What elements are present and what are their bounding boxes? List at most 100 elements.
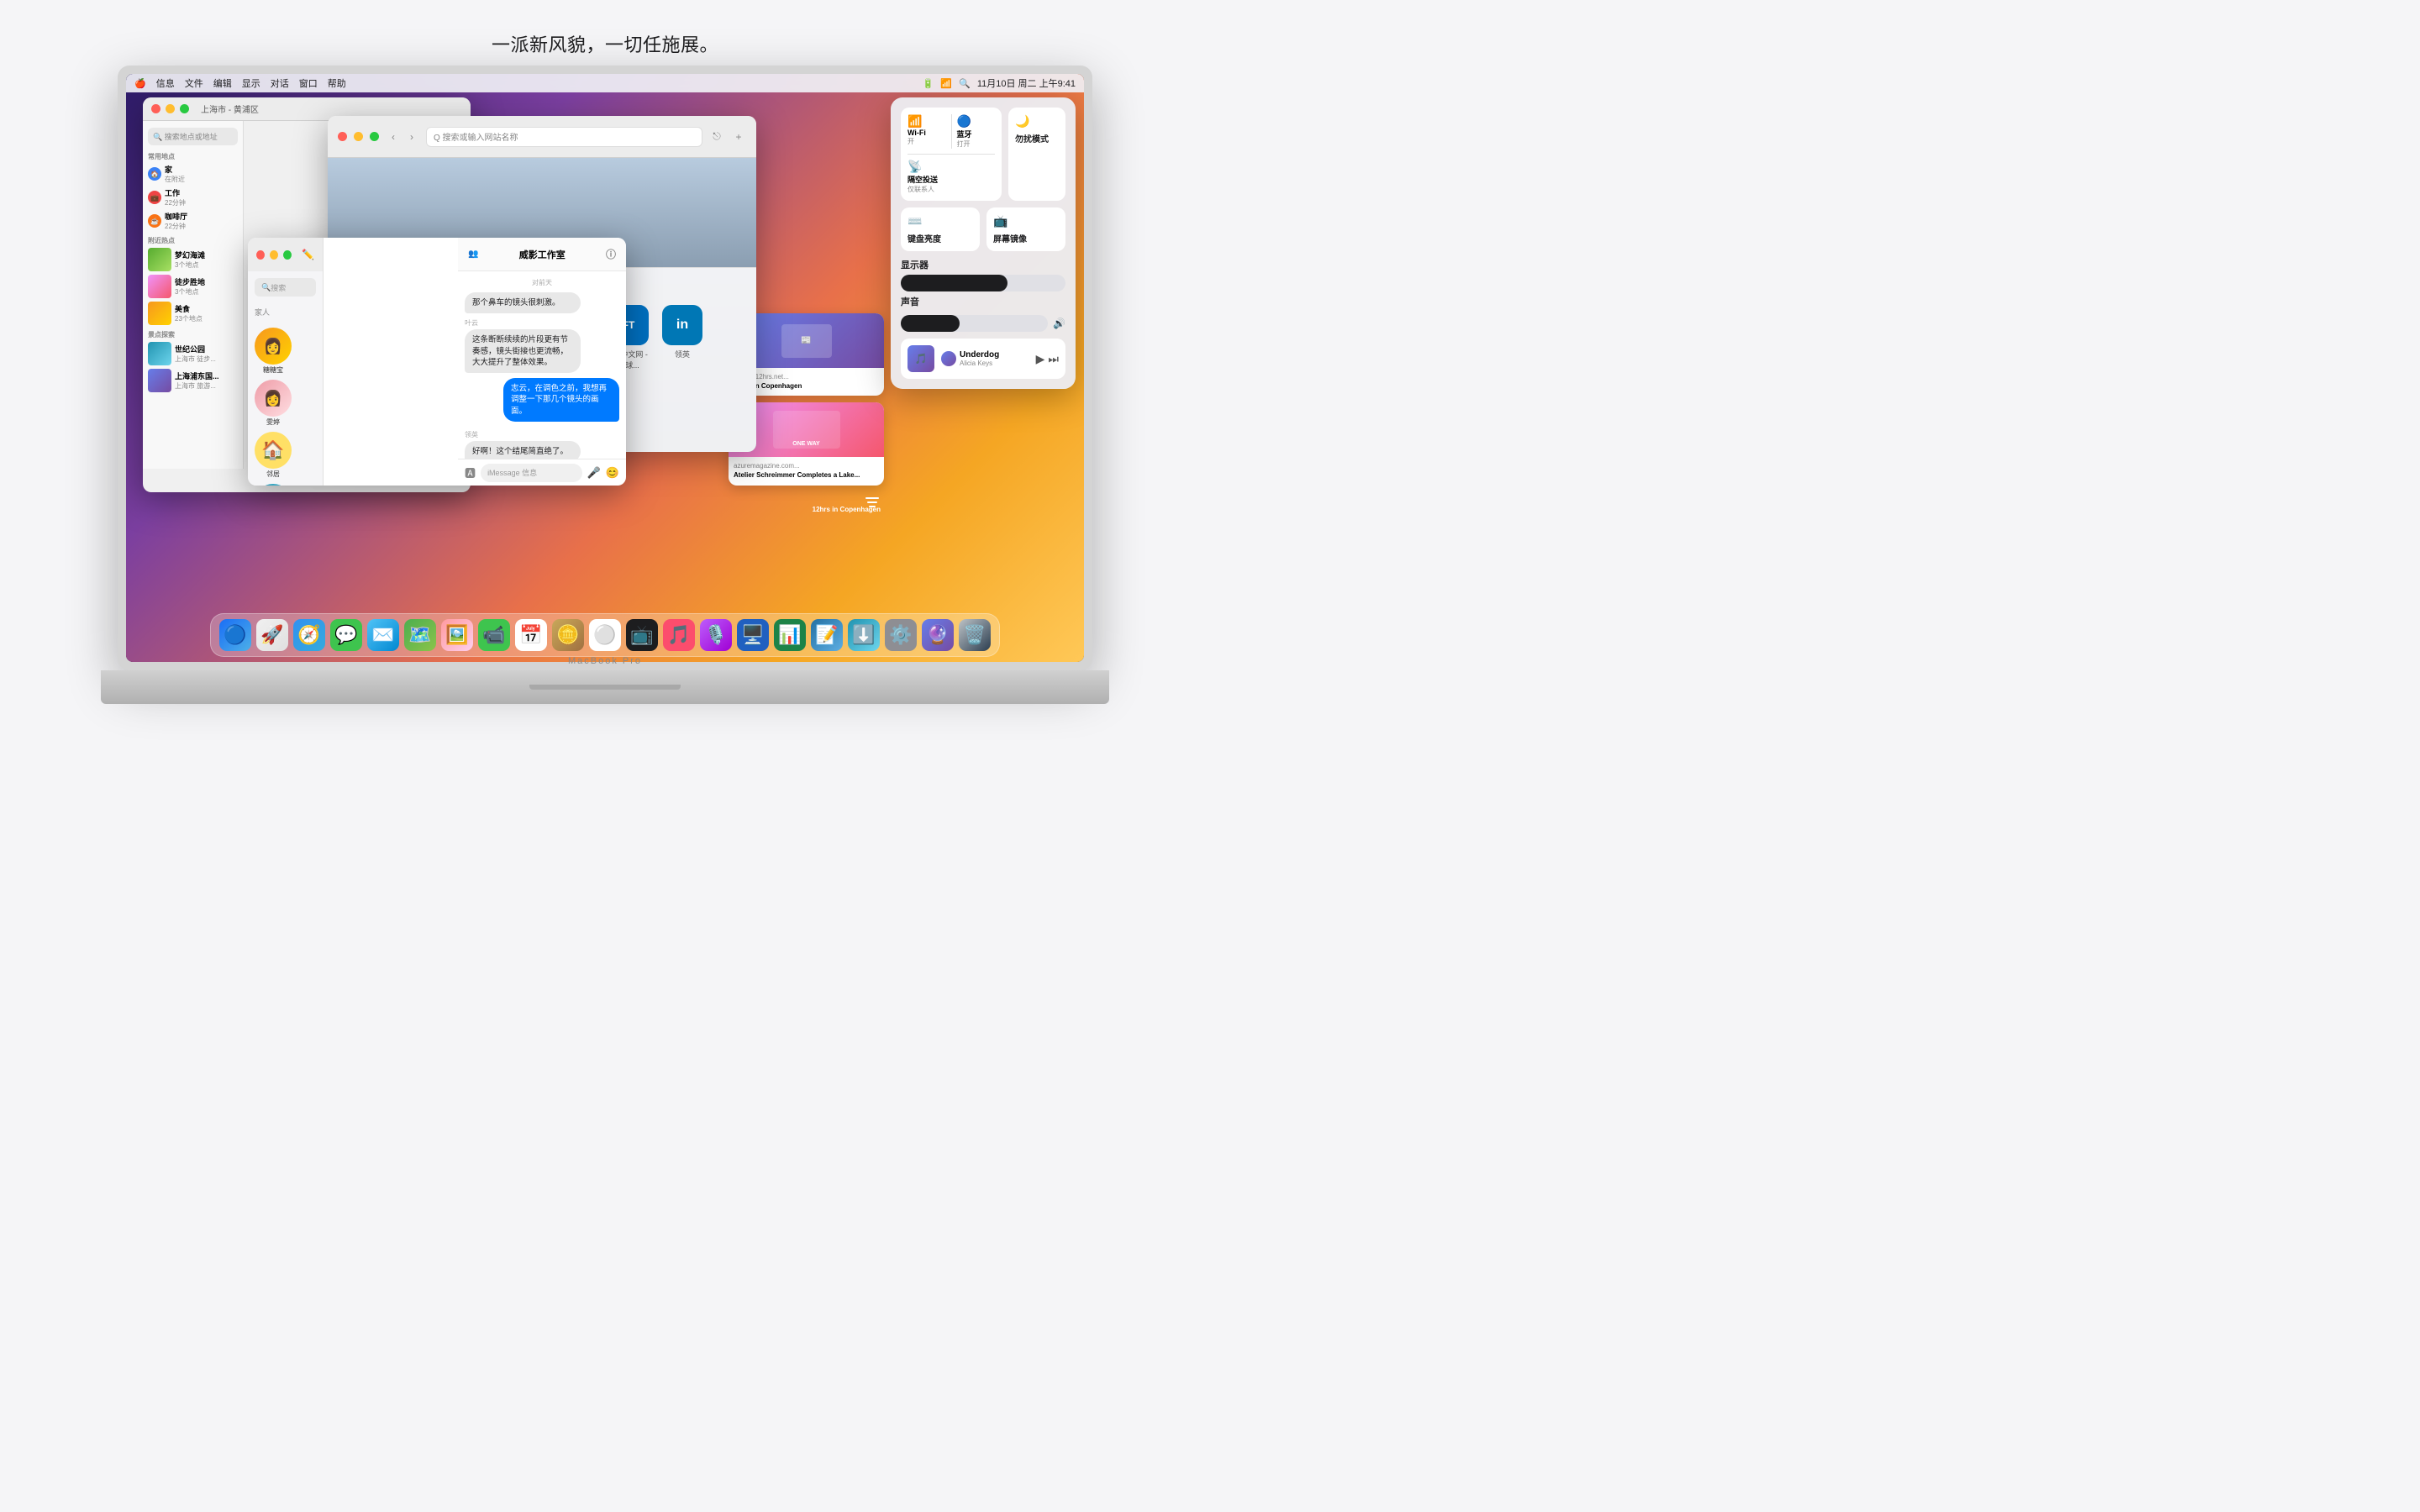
contact-tangtangbao[interactable]: 👩 糖糖宝 — [255, 328, 292, 375]
close-button[interactable] — [151, 104, 160, 113]
datetime-display: 11月10日 周二 上午9:41 — [977, 76, 1076, 90]
maps-window-title: 上海市 - 黄浦区 — [201, 102, 259, 115]
maps-explore-food[interactable]: 美食23个地点 — [148, 302, 238, 325]
messages-close-button[interactable] — [256, 250, 265, 260]
dock-finder[interactable]: 🔵 — [219, 619, 251, 651]
new-message-icon[interactable]: ✏️ — [302, 249, 314, 260]
chat-msg-2: 这条断断续续的片段更有节奏感，镜头街接也更流畅，大大提升了整体效果。 — [465, 329, 619, 373]
menu-item-app[interactable]: 信息 — [156, 76, 175, 90]
menu-item-window[interactable]: 窗口 — [299, 76, 318, 90]
safari-maximize-button[interactable] — [370, 132, 379, 141]
safari-newtab-button[interactable]: + — [731, 129, 746, 144]
favorites-title: 常用地点 — [148, 152, 238, 161]
dock-pages[interactable]: 📝 — [811, 619, 843, 651]
cc-screen-mirror-tile[interactable]: 📺 屏幕镜像 — [986, 207, 1065, 251]
cc-display-slider[interactable] — [901, 275, 1065, 291]
cc-bluetooth[interactable]: 🔵 蓝牙 打开 — [957, 114, 996, 149]
safari-nav: ‹ › — [386, 129, 419, 144]
messages-minimize-button[interactable] — [270, 250, 278, 260]
explore-title: 附近热点 — [148, 236, 238, 245]
cc-airdrop[interactable]: 📡 隔空投送 仅联系人 — [908, 160, 995, 194]
dock-mail[interactable]: ✉️ — [367, 619, 399, 651]
menu-item-edit[interactable]: 编辑 — [213, 76, 232, 90]
battery-icon: 🔋 — [923, 78, 934, 89]
maps-favorite-cafe[interactable]: ☕ 咖啡厅22分钟 — [148, 211, 238, 231]
menu-item-view[interactable]: 显示 — [242, 76, 260, 90]
cc-display-section: 显示器 — [901, 258, 1065, 291]
cc-play-button[interactable]: ▶ — [1036, 352, 1045, 366]
safari-addressbar[interactable]: Q 搜索或输入网站名称 — [426, 127, 702, 147]
chat-input-field[interactable]: iMessage 信息 — [481, 464, 582, 482]
dock-podcasts[interactable]: 🎙️ — [700, 619, 732, 651]
cc-wifi[interactable]: 📶 Wi-Fi 开 — [908, 114, 946, 149]
chat-audio-icon[interactable]: 🎤 — [587, 466, 601, 480]
dock-calendar[interactable]: 📅 — [515, 619, 547, 651]
maps-favorite-work[interactable]: 💼 工作22分钟 — [148, 187, 238, 207]
chat-recipient-name: 威影工作室 — [519, 248, 566, 261]
control-center: 📶 Wi-Fi 开 🔵 蓝牙 打开 — [891, 97, 1076, 389]
chat-msg-1: 那个鼻车的镜头很刺激。 — [465, 292, 619, 313]
dock-messages[interactable]: 💬 — [330, 619, 362, 651]
safari-back-button[interactable]: ‹ — [386, 129, 401, 144]
dock-displaylink[interactable]: 🖥️ — [737, 619, 769, 651]
safari-forward-button[interactable]: › — [404, 129, 419, 144]
messages-chat: 👥 威影工作室 ⓘ 对前天 那个鼻车的镜头很刺激。 叶云 — [458, 238, 626, 486]
menu-item-file[interactable]: 文件 — [185, 76, 203, 90]
safari-minimize-button[interactable] — [354, 132, 363, 141]
safari-share-button[interactable]: ⎋ — [709, 129, 724, 144]
cc-next-button[interactable]: ⏭ — [1048, 352, 1059, 366]
menu-item-conversation[interactable]: 对话 — [271, 76, 289, 90]
dock-settings[interactable]: ⚙️ — [885, 619, 917, 651]
safari-close-button[interactable] — [338, 132, 347, 141]
messages-search-placeholder: 搜索 — [271, 282, 286, 293]
dock-coins[interactable]: 🪙 — [552, 619, 584, 651]
bookmark-linkedin[interactable]: in 领英 — [660, 305, 704, 370]
macos-desktop: 🍎 信息 文件 编辑 显示 对话 窗口 帮助 🔋 📶 🔍 11月10日 周二 上… — [126, 74, 1084, 662]
minimize-button[interactable] — [166, 104, 175, 113]
dock-reminders[interactable]: ⚪ — [589, 619, 621, 651]
macbook-model-label: MacBook Pro — [568, 656, 642, 666]
dock-safari[interactable]: 🧭 — [293, 619, 325, 651]
dock-music[interactable]: 🎵 — [663, 619, 695, 651]
maps-place-pudong[interactable]: 上海浦东国...上海市 旅游... — [148, 369, 238, 392]
chat-emoji-icon[interactable]: 😊 — [606, 466, 619, 480]
family-label: 家人 — [248, 303, 323, 321]
messages-maximize-button[interactable] — [283, 250, 292, 260]
contact-jinxi[interactable]: 👨 金熙 — [255, 484, 292, 486]
menu-item-help[interactable]: 帮助 — [328, 76, 346, 90]
maps-explore-beach[interactable]: 梦幻海滩3个地点 — [148, 248, 238, 271]
chat-info-icon[interactable]: ⓘ — [606, 247, 616, 261]
maps-explore-hike[interactable]: 徒步胜地3个地点 — [148, 275, 238, 298]
maps-search[interactable]: 🔍 搜索地点或地址 — [148, 128, 238, 145]
contact-neighbor[interactable]: 🏠 邻居 — [255, 432, 292, 479]
news-card-2-content: azuremagazine.com... Atelier Schreimmer … — [729, 457, 884, 485]
dock-photos[interactable]: 🖼️ — [441, 619, 473, 651]
search-icon[interactable]: 🔍 — [959, 78, 971, 89]
cc-keyboard-tile[interactable]: ⌨️ 键盘亮度 — [901, 207, 980, 251]
maximize-button[interactable] — [180, 104, 189, 113]
dock-numbers[interactable]: 📊 — [774, 619, 806, 651]
messages-search[interactable]: 🔍 搜索 — [255, 278, 316, 297]
cc-music-title: Underdog — [960, 350, 999, 360]
chat-input-bar: 🅰 iMessage 信息 🎤 😊 — [458, 459, 626, 486]
maps-place-park[interactable]: 世纪公园上海市 徒步... — [148, 342, 238, 365]
dock-trash[interactable]: 🗑️ — [959, 619, 991, 651]
cc-network-tile: 📶 Wi-Fi 开 🔵 蓝牙 打开 — [901, 108, 1002, 201]
apple-menu[interactable]: 🍎 — [134, 78, 146, 89]
maps-sidebar: 🔍 搜索地点或地址 常用地点 🏠 家在附近 💼 工作22分钟 — [143, 121, 244, 469]
dock-launchpad[interactable]: 🚀 — [256, 619, 288, 651]
cc-sound-slider[interactable] — [901, 315, 1048, 332]
cc-row-2: ⌨️ 键盘亮度 📺 屏幕镜像 — [901, 207, 1065, 251]
dock-appstore[interactable]: ⬇️ — [848, 619, 880, 651]
dock-maps[interactable]: 🗺️ — [404, 619, 436, 651]
dock-facetime[interactable]: 📹 — [478, 619, 510, 651]
dock-siri[interactable]: 🔮 — [922, 619, 954, 651]
chat-attachment-icon[interactable]: 🅰 — [465, 465, 476, 480]
cc-dnd-tile[interactable]: 🌙 勿扰模式 — [1008, 108, 1065, 201]
maps-favorite-home[interactable]: 🏠 家在附近 — [148, 164, 238, 184]
dock-appletv[interactable]: 📺 — [626, 619, 658, 651]
messages-titlebar: ✏️ — [248, 238, 323, 271]
menubar-left: 🍎 信息 文件 编辑 显示 对话 窗口 帮助 — [134, 76, 346, 90]
contact-wanting[interactable]: 👩 雯婷 — [255, 380, 292, 427]
chat-header: 👥 威影工作室 ⓘ — [458, 238, 626, 271]
